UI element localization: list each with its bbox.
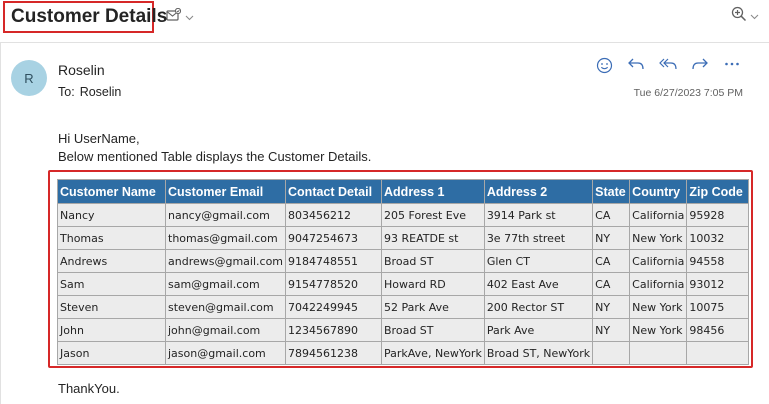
table-row: Sam sam@gmail.com 9154778520 Howard RD 4… bbox=[57, 272, 750, 296]
message-card: R Roselin To: Roselin Tue 6/27/2023 7:05 … bbox=[0, 42, 769, 404]
message-actions bbox=[595, 57, 741, 77]
table-cell: Broad ST, NewYork bbox=[483, 341, 594, 365]
column-header: Country bbox=[629, 179, 688, 204]
table-cell: Sam bbox=[57, 272, 166, 296]
table-cell: 10032 bbox=[686, 226, 750, 250]
email-link[interactable]: steven@gmail.com bbox=[164, 295, 287, 319]
table-cell: CA bbox=[592, 272, 631, 296]
table-cell: Park Ave bbox=[483, 318, 594, 342]
zoom-icon[interactable] bbox=[731, 6, 747, 24]
table-cell: Howard RD bbox=[381, 272, 485, 296]
table-cell: 7894561238 bbox=[285, 341, 383, 365]
email-link[interactable]: thomas@gmail.com bbox=[164, 226, 287, 250]
column-header: Contact Detail bbox=[285, 179, 383, 204]
table-row: Steven steven@gmail.com 7042249945 52 Pa… bbox=[57, 295, 750, 319]
email-link[interactable]: nancy@gmail.com bbox=[164, 203, 287, 227]
email-link[interactable]: jason@gmail.com bbox=[164, 341, 287, 365]
to-label: To: bbox=[58, 85, 75, 99]
forward-icon[interactable] bbox=[691, 57, 709, 77]
table-cell: 93012 bbox=[686, 272, 750, 296]
zoom-control[interactable] bbox=[731, 6, 759, 24]
table-cell: 9047254673 bbox=[285, 226, 383, 250]
column-header: Zip Code bbox=[686, 179, 750, 204]
mark-read-icon[interactable] bbox=[166, 7, 182, 24]
table-cell bbox=[686, 341, 750, 365]
more-icon[interactable] bbox=[723, 57, 741, 77]
sender-name[interactable]: Roselin bbox=[58, 62, 105, 78]
table-cell: 205 Forest Eve bbox=[381, 203, 485, 227]
table-cell: 93 REATDE st bbox=[381, 226, 485, 250]
table-cell: New York bbox=[629, 318, 688, 342]
table-cell: 94558 bbox=[686, 249, 750, 273]
table-cell: Glen CT bbox=[483, 249, 594, 273]
column-header: Address 1 bbox=[381, 179, 485, 204]
table-cell: 3914 Park st bbox=[483, 203, 594, 227]
column-header: Address 2 bbox=[483, 179, 594, 204]
table-cell: New York bbox=[629, 295, 688, 319]
greeting-text: Hi UserName, bbox=[58, 131, 140, 146]
chevron-down-icon[interactable] bbox=[185, 10, 194, 23]
subject-highlight: Customer Details bbox=[3, 1, 167, 33]
timestamp: Tue 6/27/2023 7:05 PM bbox=[633, 87, 743, 99]
table-cell: NY bbox=[592, 226, 631, 250]
table-cell bbox=[592, 341, 631, 365]
table-cell: 200 Rector ST bbox=[483, 295, 594, 319]
table-cell: Jason bbox=[57, 341, 166, 365]
table-cell: ParkAve, NewYork bbox=[381, 341, 485, 365]
table-cell: 52 Park Ave bbox=[381, 295, 485, 319]
table-cell bbox=[629, 341, 688, 365]
table-cell: New York bbox=[629, 226, 688, 250]
table-cell: California bbox=[629, 203, 688, 227]
table-cell: Nancy bbox=[57, 203, 166, 227]
table-cell: Broad ST bbox=[381, 249, 485, 273]
page-title: Customer Details bbox=[11, 6, 168, 27]
table-cell: John bbox=[57, 318, 166, 342]
table-cell: 98456 bbox=[686, 318, 750, 342]
closing-text: ThankYou. bbox=[58, 381, 120, 396]
reply-all-icon[interactable] bbox=[659, 57, 677, 77]
email-link[interactable]: john@gmail.com bbox=[164, 318, 287, 342]
table-cell: 803456212 bbox=[285, 203, 383, 227]
emoji-icon[interactable] bbox=[595, 57, 613, 77]
table-cell: Andrews bbox=[57, 249, 166, 273]
table-cell: 7042249945 bbox=[285, 295, 383, 319]
table-cell: 402 East Ave bbox=[483, 272, 594, 296]
recipient-line: To: Roselin bbox=[58, 85, 121, 99]
table-cell: California bbox=[629, 272, 688, 296]
table-cell: 9184748551 bbox=[285, 249, 383, 273]
table-cell: CA bbox=[592, 249, 631, 273]
table-row: Andrews andrews@gmail.com 9184748551 Bro… bbox=[57, 249, 750, 273]
reply-icon[interactable] bbox=[627, 57, 645, 77]
email-link[interactable]: sam@gmail.com bbox=[164, 272, 287, 296]
table-cell: 9154778520 bbox=[285, 272, 383, 296]
table-cell: California bbox=[629, 249, 688, 273]
table-cell: 95928 bbox=[686, 203, 750, 227]
table-row: Thomas thomas@gmail.com 9047254673 93 RE… bbox=[57, 226, 750, 250]
table-row: Jason jason@gmail.com 7894561238 ParkAve… bbox=[57, 341, 750, 365]
table-cell: 10075 bbox=[686, 295, 750, 319]
table-cell: 3e 77th street bbox=[483, 226, 594, 250]
chevron-down-icon[interactable] bbox=[750, 9, 759, 22]
column-header: State bbox=[592, 179, 631, 204]
table-cell: 1234567890 bbox=[285, 318, 383, 342]
table-cell: Broad ST bbox=[381, 318, 485, 342]
table-cell: Steven bbox=[57, 295, 166, 319]
table-row: John john@gmail.com 1234567890 Broad ST … bbox=[57, 318, 750, 342]
table-cell: CA bbox=[592, 203, 631, 227]
intro-text: Below mentioned Table displays the Custo… bbox=[58, 149, 372, 164]
recipient-name[interactable]: Roselin bbox=[80, 85, 122, 99]
avatar[interactable]: R bbox=[11, 60, 47, 96]
table-row: Nancy nancy@gmail.com 803456212 205 Fore… bbox=[57, 203, 750, 227]
customer-table: Customer Name Customer Email Contact Det… bbox=[57, 179, 750, 365]
email-link[interactable]: andrews@gmail.com bbox=[164, 249, 287, 273]
table-header-row: Customer Name Customer Email Contact Det… bbox=[57, 179, 750, 204]
column-header: Customer Email bbox=[164, 179, 287, 204]
subject-actions bbox=[166, 7, 194, 24]
column-header: Customer Name bbox=[57, 179, 166, 204]
table-cell: NY bbox=[592, 318, 631, 342]
table-cell: NY bbox=[592, 295, 631, 319]
table-cell: Thomas bbox=[57, 226, 166, 250]
